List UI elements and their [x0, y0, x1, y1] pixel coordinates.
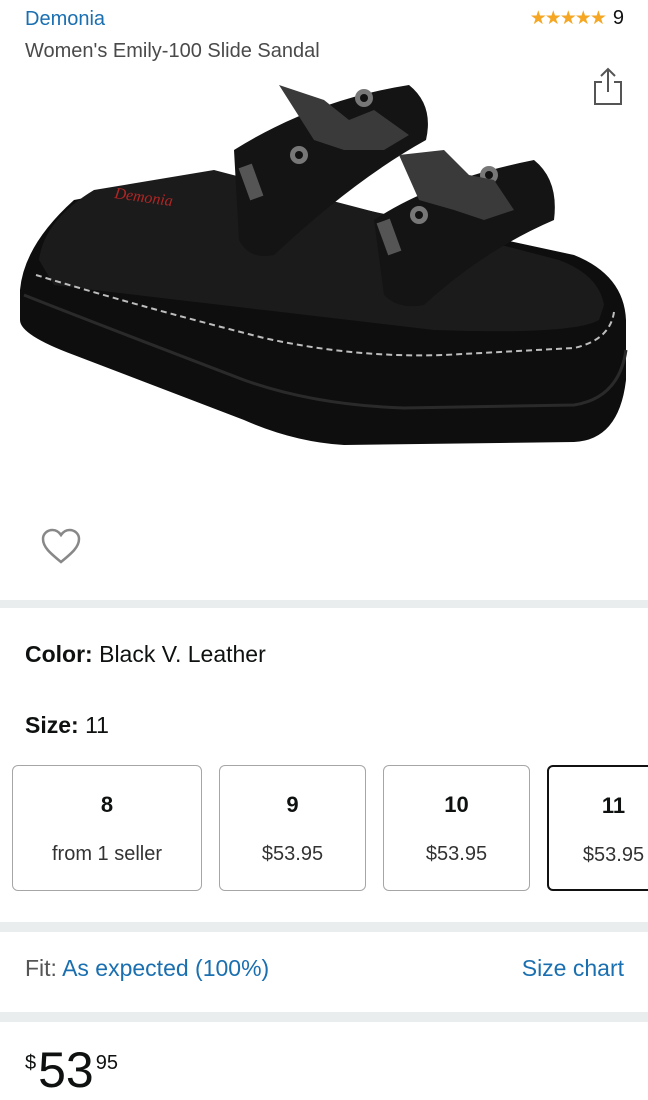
color-label: Color:	[25, 641, 93, 667]
size-option-9[interactable]: 9 $53.95	[219, 765, 366, 891]
size-value: 11	[85, 712, 109, 738]
size-row: Size: 11	[25, 712, 109, 739]
size-option-size: 11	[601, 793, 626, 818]
product-title: Women's Emily-100 Slide Sandal	[25, 40, 320, 62]
size-option-size: 8	[100, 792, 114, 817]
size-option-11[interactable]: 11 $53.95	[547, 765, 648, 891]
rating-count: 9	[612, 7, 624, 29]
rating-stars: ★★★★★	[529, 8, 607, 29]
fit-row: Fit: As expected (100%)	[25, 955, 269, 982]
price-fraction: 95	[95, 1052, 118, 1074]
size-option-10[interactable]: 10 $53.95	[383, 765, 530, 891]
product-image[interactable]: Demonia	[14, 80, 634, 460]
size-chart-link[interactable]: Size chart	[522, 955, 624, 982]
size-option-size: 10	[444, 792, 469, 817]
fit-label: Fit:	[25, 955, 57, 981]
color-row: Color: Black V. Leather	[25, 641, 266, 668]
wishlist-heart-icon[interactable]	[40, 528, 82, 566]
size-option-price: from 1 seller	[51, 843, 163, 865]
rating-summary[interactable]: ★★★★★ 9	[530, 7, 624, 30]
color-value: Black V. Leather	[99, 641, 266, 667]
brand-link[interactable]: Demonia	[25, 8, 105, 31]
size-option-price: $53.95	[425, 843, 488, 865]
price: $ 53 95	[25, 1040, 118, 1100]
price-currency: $	[25, 1052, 37, 1074]
size-label: Size:	[25, 712, 79, 738]
size-option-size: 9	[286, 792, 299, 817]
divider	[0, 922, 648, 932]
divider	[0, 1012, 648, 1022]
size-option-price: $53.95	[582, 844, 645, 866]
price-whole: 53	[38, 1042, 94, 1098]
size-option-price: $53.95	[261, 843, 324, 865]
divider	[0, 600, 648, 608]
size-option-8[interactable]: 8 from 1 seller	[12, 765, 202, 891]
fit-value-link[interactable]: As expected (100%)	[62, 955, 269, 981]
